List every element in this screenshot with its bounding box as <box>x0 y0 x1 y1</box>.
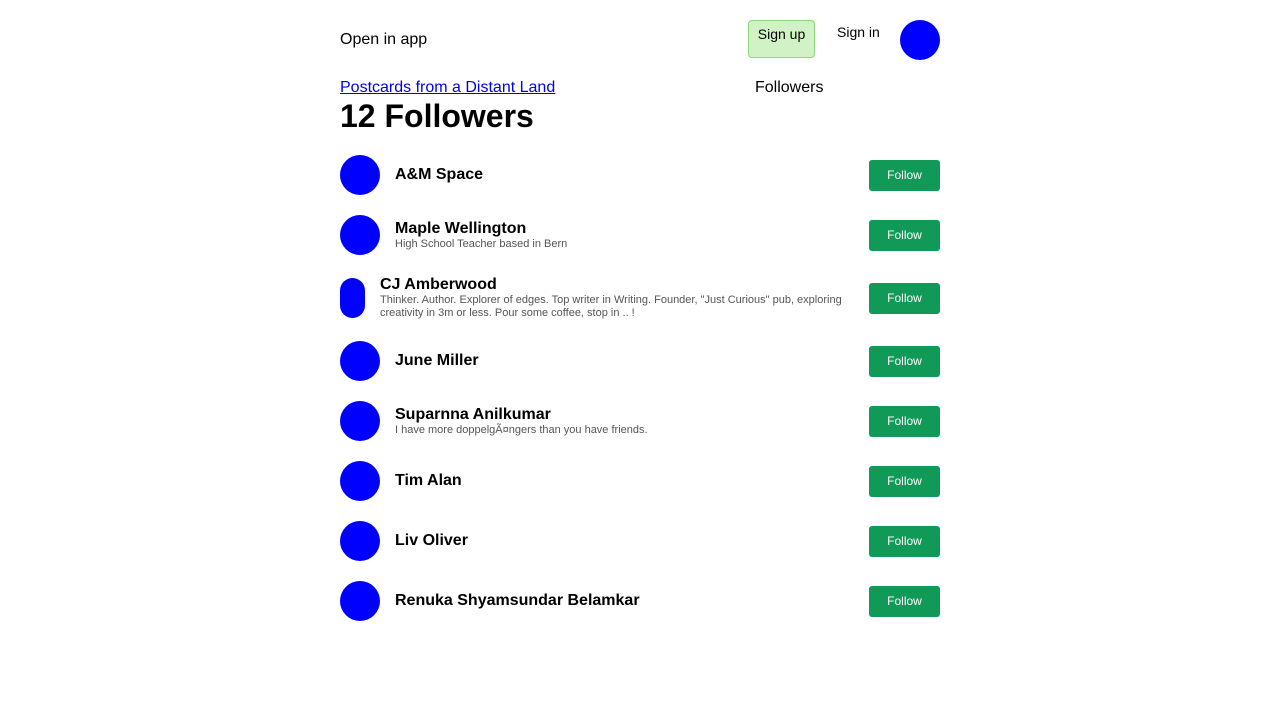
user-avatar[interactable] <box>900 20 940 60</box>
follower-avatar[interactable] <box>340 155 380 195</box>
follower-bio: I have more doppelgÃ¤ngers than you have… <box>395 423 648 436</box>
open-in-app-link[interactable]: Open in app <box>340 30 427 50</box>
follower-name[interactable]: Tim Alan <box>395 472 855 490</box>
follower-row: Suparnna Anilkumar I have more doppelgÃ¤… <box>340 391 940 451</box>
follower-name[interactable]: Maple Wellington <box>395 220 855 238</box>
top-bar: Open in app Sign up Sign in <box>340 20 940 60</box>
follow-button[interactable]: Follow <box>869 346 940 377</box>
follower-avatar[interactable] <box>340 521 380 561</box>
follower-name[interactable]: Suparnna Anilkumar <box>395 406 855 424</box>
follower-name[interactable]: Renuka Shyamsundar Belamkar <box>395 592 855 610</box>
follower-name[interactable]: June Miller <box>395 352 855 370</box>
follower-info: Liv Oliver <box>395 511 855 571</box>
follower-avatar[interactable] <box>340 461 380 501</box>
follow-button[interactable]: Follow <box>869 586 940 617</box>
follower-info: A&M Space <box>395 145 855 205</box>
follower-bio: Thinker. Author. Explorer of edges. Top … <box>380 294 842 319</box>
follower-info: Tim Alan <box>395 451 855 511</box>
follower-avatar[interactable] <box>340 278 365 318</box>
publication-link[interactable]: Postcards from a Distant Land <box>340 79 555 97</box>
followers-list: A&M Space Follow Maple Wellington High S… <box>340 145 940 631</box>
follower-info: June Miller <box>395 331 855 391</box>
follower-avatar[interactable] <box>340 401 380 441</box>
follow-button[interactable]: Follow <box>869 283 940 314</box>
follower-bio: High School Teacher based in Bern <box>395 237 568 250</box>
follower-info: CJ Amberwood Thinker. Author. Explorer o… <box>380 265 850 331</box>
follower-avatar[interactable] <box>340 581 380 621</box>
follower-info: Maple Wellington High School Teacher bas… <box>395 205 855 265</box>
follower-row: Liv Oliver Follow <box>340 511 940 571</box>
page-title: 12 Followers <box>340 98 534 134</box>
follower-row: June Miller Follow <box>340 331 940 391</box>
follower-row: Maple Wellington High School Teacher bas… <box>340 205 940 265</box>
breadcrumb-current: Followers <box>755 79 824 96</box>
sign-up-button[interactable]: Sign up <box>748 20 815 58</box>
follow-button[interactable]: Follow <box>869 220 940 251</box>
follower-avatar[interactable] <box>340 341 380 381</box>
follower-info: Suparnna Anilkumar I have more doppelgÃ¤… <box>395 391 855 451</box>
follower-row: CJ Amberwood Thinker. Author. Explorer o… <box>340 265 940 331</box>
follower-name[interactable]: Liv Oliver <box>395 532 855 550</box>
follower-row: Renuka Shyamsundar Belamkar Follow <box>340 571 940 631</box>
follow-button[interactable]: Follow <box>869 466 940 497</box>
follower-row: A&M Space Follow <box>340 145 940 205</box>
follower-row: Tim Alan Follow <box>340 451 940 511</box>
sign-in-button[interactable]: Sign in <box>837 24 880 40</box>
follow-button[interactable]: Follow <box>869 526 940 557</box>
followers-page: Open in app Sign up Sign in Postcards fr… <box>340 0 940 720</box>
follower-name[interactable]: CJ Amberwood <box>380 276 850 294</box>
follower-name[interactable]: A&M Space <box>395 166 855 184</box>
follower-info: Renuka Shyamsundar Belamkar <box>395 571 855 631</box>
follow-button[interactable]: Follow <box>869 160 940 191</box>
follow-button[interactable]: Follow <box>869 406 940 437</box>
follower-avatar[interactable] <box>340 215 380 255</box>
